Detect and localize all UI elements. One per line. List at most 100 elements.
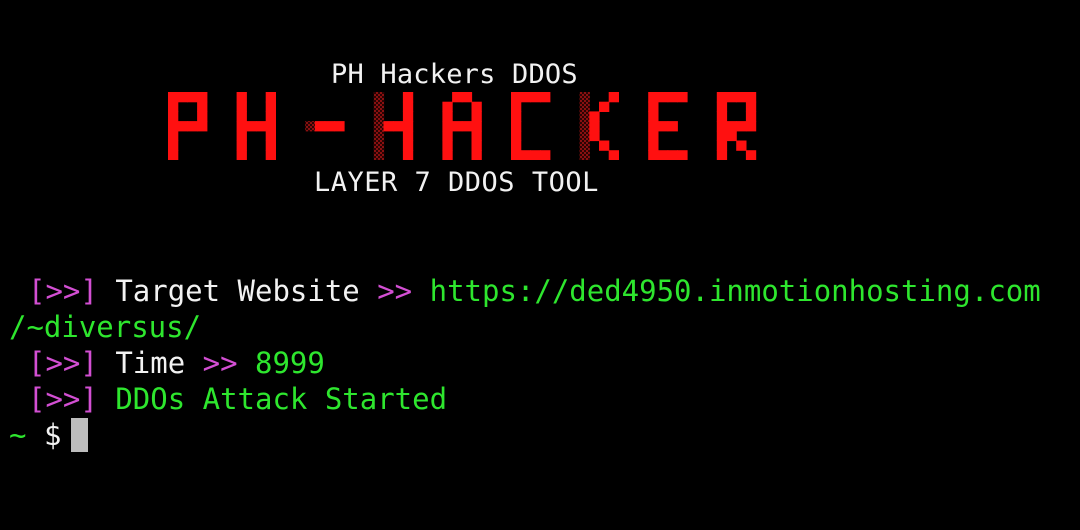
logo-block xyxy=(187,92,198,103)
logo-block xyxy=(471,130,482,142)
logo-block xyxy=(579,140,590,151)
logo-block xyxy=(373,140,385,151)
logo-block xyxy=(657,121,669,132)
prompt-cwd: ~ xyxy=(9,418,27,452)
shell-prompt[interactable]: ~ $ xyxy=(9,417,89,453)
logo-block xyxy=(471,140,482,151)
prompt-bracket: [>>] xyxy=(28,274,98,308)
logo-block xyxy=(168,92,179,103)
logo-block xyxy=(324,121,335,132)
logo-block xyxy=(187,121,198,132)
logo-block xyxy=(608,92,619,103)
logo-block xyxy=(373,101,385,112)
logo-block xyxy=(579,111,590,122)
logo-block xyxy=(736,140,747,151)
logo-block xyxy=(265,121,276,132)
logo-block xyxy=(461,121,473,132)
separator: >> xyxy=(202,346,238,380)
logo-block xyxy=(540,150,551,160)
logo-block xyxy=(716,101,728,112)
logo-block xyxy=(265,92,276,103)
logo-block xyxy=(716,150,728,160)
target-url-continued: /~diversus/ xyxy=(9,310,202,344)
logo-block xyxy=(442,121,453,132)
logo-block xyxy=(520,92,531,103)
prompt-bracket: [>>] xyxy=(28,346,98,380)
logo-block xyxy=(236,111,247,122)
logo-block xyxy=(511,130,522,142)
logo-block xyxy=(236,121,247,132)
logo-block xyxy=(452,92,463,103)
logo-block xyxy=(373,111,385,122)
logo-block xyxy=(314,121,326,132)
logo-block xyxy=(236,92,247,103)
logo-block xyxy=(579,92,590,103)
logo-block xyxy=(373,150,385,160)
logo-block xyxy=(657,150,669,160)
logo-block xyxy=(579,101,590,112)
logo-block xyxy=(442,140,453,151)
logo-block xyxy=(511,111,522,122)
logo-block xyxy=(648,150,659,160)
logo-block xyxy=(177,92,188,103)
logo-block xyxy=(736,92,747,103)
logo-block xyxy=(648,140,659,151)
terminal-window[interactable]: PH Hackers DDOS LAYER 7 DDOS TOOL [>>] T… xyxy=(0,0,1080,530)
logo-block xyxy=(726,121,737,132)
logo-block xyxy=(265,130,276,142)
time-label: Time xyxy=(115,346,186,380)
logo-block xyxy=(657,92,669,103)
logo-block xyxy=(197,101,208,112)
logo-block xyxy=(402,130,414,142)
logo-block xyxy=(471,101,482,112)
logo-block xyxy=(511,101,522,112)
target-url: https://ded4950.inmotionhosting.com xyxy=(429,274,1041,308)
logo-block xyxy=(648,111,659,122)
logo-block xyxy=(197,92,208,103)
separator: >> xyxy=(377,274,413,308)
logo-block xyxy=(168,130,179,142)
logo-block xyxy=(236,140,247,151)
logo-block xyxy=(265,150,276,160)
logo-block xyxy=(608,150,619,160)
logo-block xyxy=(667,150,678,160)
logo-block xyxy=(334,121,345,132)
logo-block xyxy=(168,121,179,132)
logo-block xyxy=(726,130,737,142)
output-line-status: [>>] DDOs Attack Started xyxy=(28,381,447,417)
logo-block xyxy=(716,92,728,103)
logo-block xyxy=(265,140,276,151)
logo-block xyxy=(177,121,188,132)
logo-block xyxy=(393,121,404,132)
logo-block xyxy=(442,150,453,160)
logo-block xyxy=(599,140,610,151)
logo-block xyxy=(530,150,541,160)
logo-block xyxy=(246,121,257,132)
logo-block xyxy=(667,92,678,103)
logo-block xyxy=(648,92,659,103)
output-line-target: [>>] Target Website >> https://ded4950.i… xyxy=(28,273,1041,309)
logo-block xyxy=(745,101,757,112)
logo-block xyxy=(402,111,414,122)
logo-block xyxy=(305,121,316,132)
logo-block xyxy=(256,121,267,132)
logo-block xyxy=(599,101,610,112)
logo-block xyxy=(402,92,414,103)
logo-block xyxy=(589,121,600,132)
logo-block xyxy=(540,92,551,103)
logo-block xyxy=(579,130,590,142)
logo-block xyxy=(197,111,208,122)
logo-block xyxy=(530,92,541,103)
logo-block xyxy=(726,92,737,103)
logo-block xyxy=(265,111,276,122)
text-cursor[interactable] xyxy=(71,418,89,452)
logo-block xyxy=(168,101,179,112)
logo-block xyxy=(197,121,208,132)
prompt-bracket: [>>] xyxy=(28,382,98,416)
banner-title: PH Hackers DDOS xyxy=(331,59,578,90)
logo-block xyxy=(168,150,179,160)
logo-block xyxy=(511,121,522,132)
logo-block xyxy=(511,140,522,151)
logo-block xyxy=(442,101,453,112)
logo-block xyxy=(442,130,453,142)
